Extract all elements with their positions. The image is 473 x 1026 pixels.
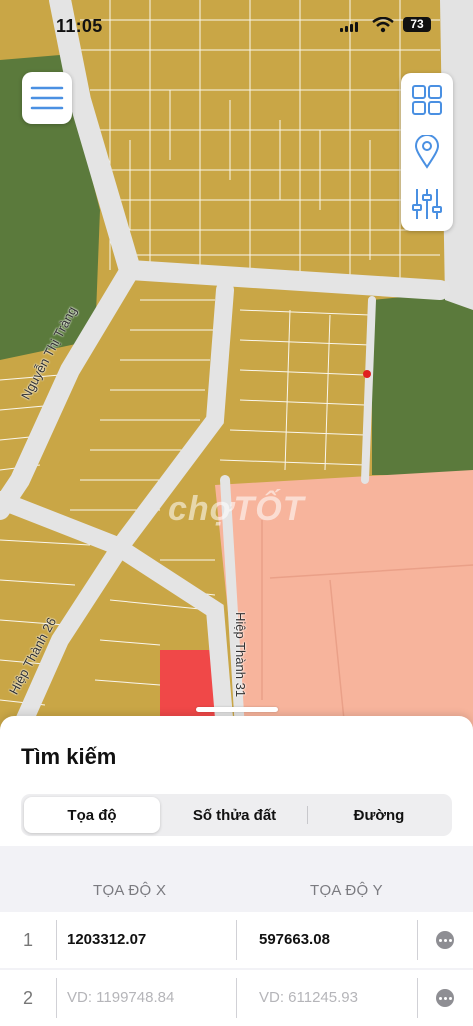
tab-parcel-number[interactable]: Số thửa đất <box>163 797 306 833</box>
cellular-signal-icon <box>340 22 358 32</box>
sliders-icon <box>412 189 442 219</box>
my-location-button[interactable] <box>401 127 453 177</box>
layers-button[interactable] <box>401 75 453 125</box>
more-options-icon[interactable] <box>436 931 454 949</box>
location-pin-icon <box>414 135 440 169</box>
column-header-x: TỌA ĐỘ X <box>93 882 167 899</box>
location-dot <box>363 370 371 378</box>
search-mode-segmented-control: Tọa độ Số thửa đất Đường <box>21 794 452 836</box>
divider <box>56 978 57 1018</box>
status-bar: 11:05 73 <box>0 0 473 52</box>
y-coordinate-input[interactable]: 597663.08 <box>259 920 409 960</box>
y-coordinate-input[interactable]: VD: 611245.93 <box>259 978 409 1018</box>
filter-button[interactable] <box>401 179 453 229</box>
row-number: 2 <box>22 988 33 1008</box>
tab-coordinates[interactable]: Tọa độ <box>24 797 160 833</box>
table-row: 2 VD: 1199748.84 VD: 611245.93 <box>0 970 473 1026</box>
watermark: chợTỐT <box>168 490 305 528</box>
segment-divider <box>307 806 308 824</box>
divider <box>56 920 57 960</box>
more-options-icon[interactable] <box>436 989 454 1007</box>
grid-icon <box>412 85 442 115</box>
x-coordinate-input[interactable]: VD: 1199748.84 <box>67 978 227 1018</box>
status-time: 11:05 <box>56 16 103 36</box>
divider <box>236 978 237 1018</box>
table-row: 1 1203312.07 597663.08 <box>0 912 473 968</box>
divider <box>417 920 418 960</box>
wifi-icon <box>372 17 394 33</box>
x-coordinate-input[interactable]: 1203312.07 <box>67 920 227 960</box>
green-zone-east <box>372 290 473 475</box>
hamburger-icon <box>30 86 64 110</box>
coordinates-table: TỌA ĐỘ X TỌA ĐỘ Y 1 1203312.07 597663.08… <box>0 846 473 1026</box>
sheet-title: Tìm kiếm <box>21 744 117 769</box>
sheet-drag-handle[interactable] <box>196 707 278 712</box>
battery-icon: 73 <box>403 17 431 32</box>
road-label: Hiệp Thành 31 <box>233 612 248 698</box>
divider <box>417 978 418 1018</box>
tab-road[interactable]: Đường <box>309 797 449 833</box>
row-number: 1 <box>22 930 33 950</box>
column-header-y: TỌA ĐỘ Y <box>310 882 383 899</box>
menu-button[interactable] <box>22 72 72 124</box>
divider <box>236 920 237 960</box>
map-tools-panel <box>401 73 453 231</box>
